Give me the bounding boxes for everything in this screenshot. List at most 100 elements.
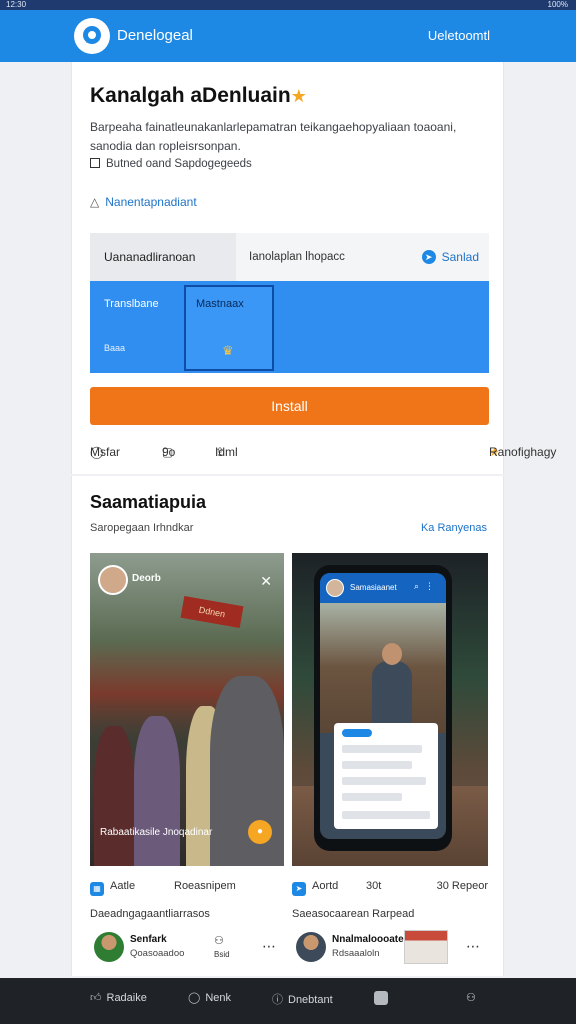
screenshot-2-label-left: ➤ Aortd (292, 880, 338, 896)
tab-1[interactable]: Uananadliranoan (90, 233, 236, 281)
variant-sublabel: Baaa (104, 343, 126, 353)
checkbox-icon (90, 158, 100, 168)
person-figure (210, 676, 284, 866)
developer-name: Nanentapnadiant (105, 195, 197, 209)
nav-item-2-label: Nenk (205, 992, 231, 1004)
tab-2[interactable]: Ianolaplan lhopacc (249, 233, 345, 281)
app-bar-action[interactable]: Ueletoomtl (428, 28, 490, 43)
tab-3-label: Sanlad (441, 250, 479, 264)
chat-bubble-icon (83, 26, 101, 44)
see-all-link[interactable]: Ka Ranyenas (421, 522, 487, 534)
info-icon: ⓘ (272, 994, 283, 1006)
battery-indicator: 100% (547, 0, 568, 9)
building-sign: Ddnen (180, 595, 244, 629)
selected-variant-label: Mastnaax (196, 298, 244, 310)
more-icon[interactable]: ⋯ (262, 938, 276, 955)
app-bar: Denelogeal Ueletoomtl (0, 10, 576, 62)
nav-item-3[interactable]: ⓘ Dnebtant (272, 991, 333, 1007)
avatar (98, 565, 128, 595)
phone-scene (320, 603, 446, 733)
send-icon: ➤ (421, 250, 436, 264)
review-item[interactable]: Nnalmaloooate Rdsaaaloln ⋯ (292, 928, 488, 968)
star-icon: ★ (290, 86, 307, 106)
section-subtitle: Saropegaan Irhndkar (90, 522, 194, 534)
warning-icon: △ (90, 195, 100, 209)
person-head (382, 643, 402, 665)
review-item[interactable]: Senfark Qoasoaadoo ⚇ Bsid ⋯ (90, 928, 284, 968)
install-button[interactable]: Install (90, 387, 489, 425)
close-icon[interactable]: ✕ (260, 573, 272, 590)
status-time: 12:30 (6, 0, 27, 9)
app-name-text: Kanalgah aDenluain (90, 84, 291, 107)
person-figure (134, 716, 180, 866)
comment-action-label: 9o (162, 445, 176, 459)
developer-link[interactable]: △ Nanentapnadiant (90, 195, 197, 209)
phone-list-panel (334, 723, 438, 829)
send-icon: ➤ (292, 882, 306, 896)
screenshot-2-title: Samasiaanet (350, 583, 397, 592)
panel-pill (342, 729, 372, 737)
status-bar: 12:30 100% (0, 0, 576, 10)
bottom-nav: 👍︎ Radaike ◯ Nenk ⓘ Dnebtant ⚇ (0, 978, 576, 1024)
review-subtitle: Qoasoaadoo (130, 948, 185, 959)
panel-row (342, 793, 402, 801)
variant-panel: Translbane Baaa Mastnaax ♛ (90, 281, 489, 373)
profile-icon[interactable]: ⚇ (466, 991, 476, 1004)
phone-topbar: Samasiaanet ⌕⋮ (320, 573, 446, 603)
user-icon: ⚇ (214, 935, 224, 947)
app-logo[interactable] (74, 18, 110, 54)
app-description: Barpeaha fainatleunakanlarlepamatran tei… (90, 120, 457, 153)
search-icon: ⌕⋮ (413, 581, 440, 591)
person-figure (94, 726, 134, 866)
screenshot-1-caption-below: Daeadngagaantliarrasos (90, 908, 210, 920)
review-subtitle: Rdsaaaloln (332, 948, 380, 959)
review-thumbnail (404, 930, 448, 964)
panel-row (342, 761, 412, 769)
avatar (94, 932, 124, 962)
screenshot-2-label-right: 30 Repeor (436, 880, 488, 892)
screenshot-1[interactable]: Ddnen Deorb ✕ Rabaatikasile Jnoqadinar ● (90, 553, 284, 866)
nav-item-1[interactable]: 👍︎ Radaike (90, 991, 147, 1004)
panel-row (342, 811, 430, 819)
app-meta-text: Butned oand Sapdogegeeds (106, 158, 252, 170)
review-name: Senfark (130, 934, 167, 945)
app-info-card: Kanalgah aDenluain★ Barpeaha fainatleuna… (71, 62, 556, 474)
phone-mockup: Samasiaanet ⌕⋮ (314, 565, 452, 851)
review-extra: Bsid (214, 950, 230, 959)
label-text: Aatle (110, 880, 136, 892)
avatar (296, 932, 326, 962)
screenshot-1-label-left: ▦ Aatle (90, 880, 135, 896)
label-text: Aortd (312, 880, 339, 892)
panel-row (342, 777, 426, 785)
section-title: Saamatiapuia (90, 492, 207, 512)
tab-3[interactable]: ➤ Sanlad (421, 233, 479, 281)
app-bar-title: Denelogeal (117, 27, 193, 44)
chat-icon: ◯ (188, 992, 201, 1004)
more-icon[interactable]: ⋯ (466, 938, 480, 955)
share-action-label: Idml (215, 445, 238, 459)
phone-screen: Samasiaanet ⌕⋮ (320, 573, 446, 839)
crown-icon: ♛ (222, 343, 234, 358)
screenshot-1-title: Deorb (132, 573, 161, 584)
screenshot-1-caption: Rabaatikasile Jnoqadinar (100, 827, 213, 838)
app-meta: Butned oand Sapdogegeeds (90, 158, 252, 170)
calendar-icon: ▦ (90, 882, 104, 896)
nav-item-3-label: Dnebtant (288, 994, 333, 1006)
nav-item-2[interactable]: ◯ Nenk (188, 991, 231, 1004)
nav-item-1-label: Radaike (106, 992, 147, 1004)
screenshot-2-label-mid: 30t (366, 880, 382, 892)
thumbs-up-icon: 👍︎ (90, 992, 102, 1004)
selected-variant[interactable]: Mastnaax ♛ (184, 285, 274, 371)
rating-action-label: Ranofighagy (489, 445, 557, 459)
panel-row (342, 745, 422, 753)
tab-row: Uananadliranoan Ianolaplan lhopacc ➤ Sanl… (90, 233, 489, 281)
avatar (326, 579, 344, 597)
grid-icon[interactable] (374, 991, 388, 1005)
variant-label: Translbane (104, 298, 159, 310)
chat-action-label: Msfar (90, 445, 120, 459)
reaction-icon: ● (248, 820, 272, 844)
screenshot-2-caption-below: Saeasocaarean Rarpead (292, 908, 415, 920)
review-name: Nnalmaloooate (332, 934, 404, 945)
screenshot-2[interactable]: Samasiaanet ⌕⋮ (292, 553, 488, 866)
screenshot-1-label-right: Roeasnipem (174, 880, 236, 892)
